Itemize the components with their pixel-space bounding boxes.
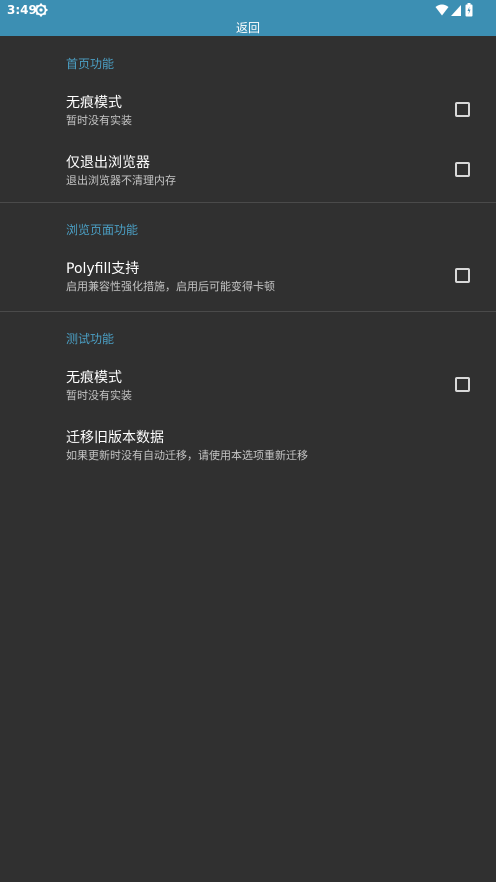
status-bar: 3:49 <box>0 0 496 20</box>
setting-title: 仅退出浏览器 <box>66 155 150 171</box>
setting-incognito-mode[interactable]: 无痕模式 暂时没有实装 <box>0 78 496 138</box>
app-header: 3:49 返回 <box>0 0 496 36</box>
category-browsing-page: 浏览页面功能 <box>66 223 139 237</box>
exit-browser-only-checkbox[interactable] <box>455 162 470 177</box>
section-divider <box>0 311 496 312</box>
incognito-mode-test-checkbox[interactable] <box>455 377 470 392</box>
setting-title: Polyfill支持 <box>66 261 140 277</box>
wifi-icon <box>435 4 449 16</box>
section-divider <box>0 202 496 203</box>
setting-title: 迁移旧版本数据 <box>66 430 164 446</box>
back-title[interactable]: 返回 <box>0 20 496 36</box>
setting-summary: 暂时没有实装 <box>66 114 132 127</box>
setting-summary: 退出浏览器不清理内存 <box>66 174 176 187</box>
gear-icon <box>34 3 48 17</box>
setting-polyfill-support[interactable]: Polyfill支持 启用兼容性强化措施，启用后可能变得卡顿 <box>0 244 496 304</box>
status-icons <box>435 3 475 17</box>
polyfill-support-checkbox[interactable] <box>455 268 470 283</box>
status-time: 3:49 <box>7 3 37 17</box>
setting-exit-browser-only[interactable]: 仅退出浏览器 退出浏览器不清理内存 <box>0 138 496 198</box>
settings-list: 首页功能 无痕模式 暂时没有实装 仅退出浏览器 退出浏览器不清理内存 浏览页面功… <box>0 36 496 473</box>
setting-title: 无痕模式 <box>66 370 122 386</box>
signal-icon <box>451 5 461 16</box>
setting-summary: 启用兼容性强化措施，启用后可能变得卡顿 <box>66 280 275 293</box>
setting-migrate-old-data[interactable]: 迁移旧版本数据 如果更新时没有自动迁移，请使用本选项重新迁移 <box>0 413 496 473</box>
setting-summary: 如果更新时没有自动迁移，请使用本选项重新迁移 <box>66 449 308 462</box>
setting-incognito-mode-test[interactable]: 无痕模式 暂时没有实装 <box>0 353 496 413</box>
battery-icon <box>465 3 473 17</box>
setting-title: 无痕模式 <box>66 95 122 111</box>
category-homepage: 首页功能 <box>66 57 115 71</box>
category-testing: 测试功能 <box>66 332 115 346</box>
setting-summary: 暂时没有实装 <box>66 389 132 402</box>
incognito-mode-checkbox[interactable] <box>455 102 470 117</box>
